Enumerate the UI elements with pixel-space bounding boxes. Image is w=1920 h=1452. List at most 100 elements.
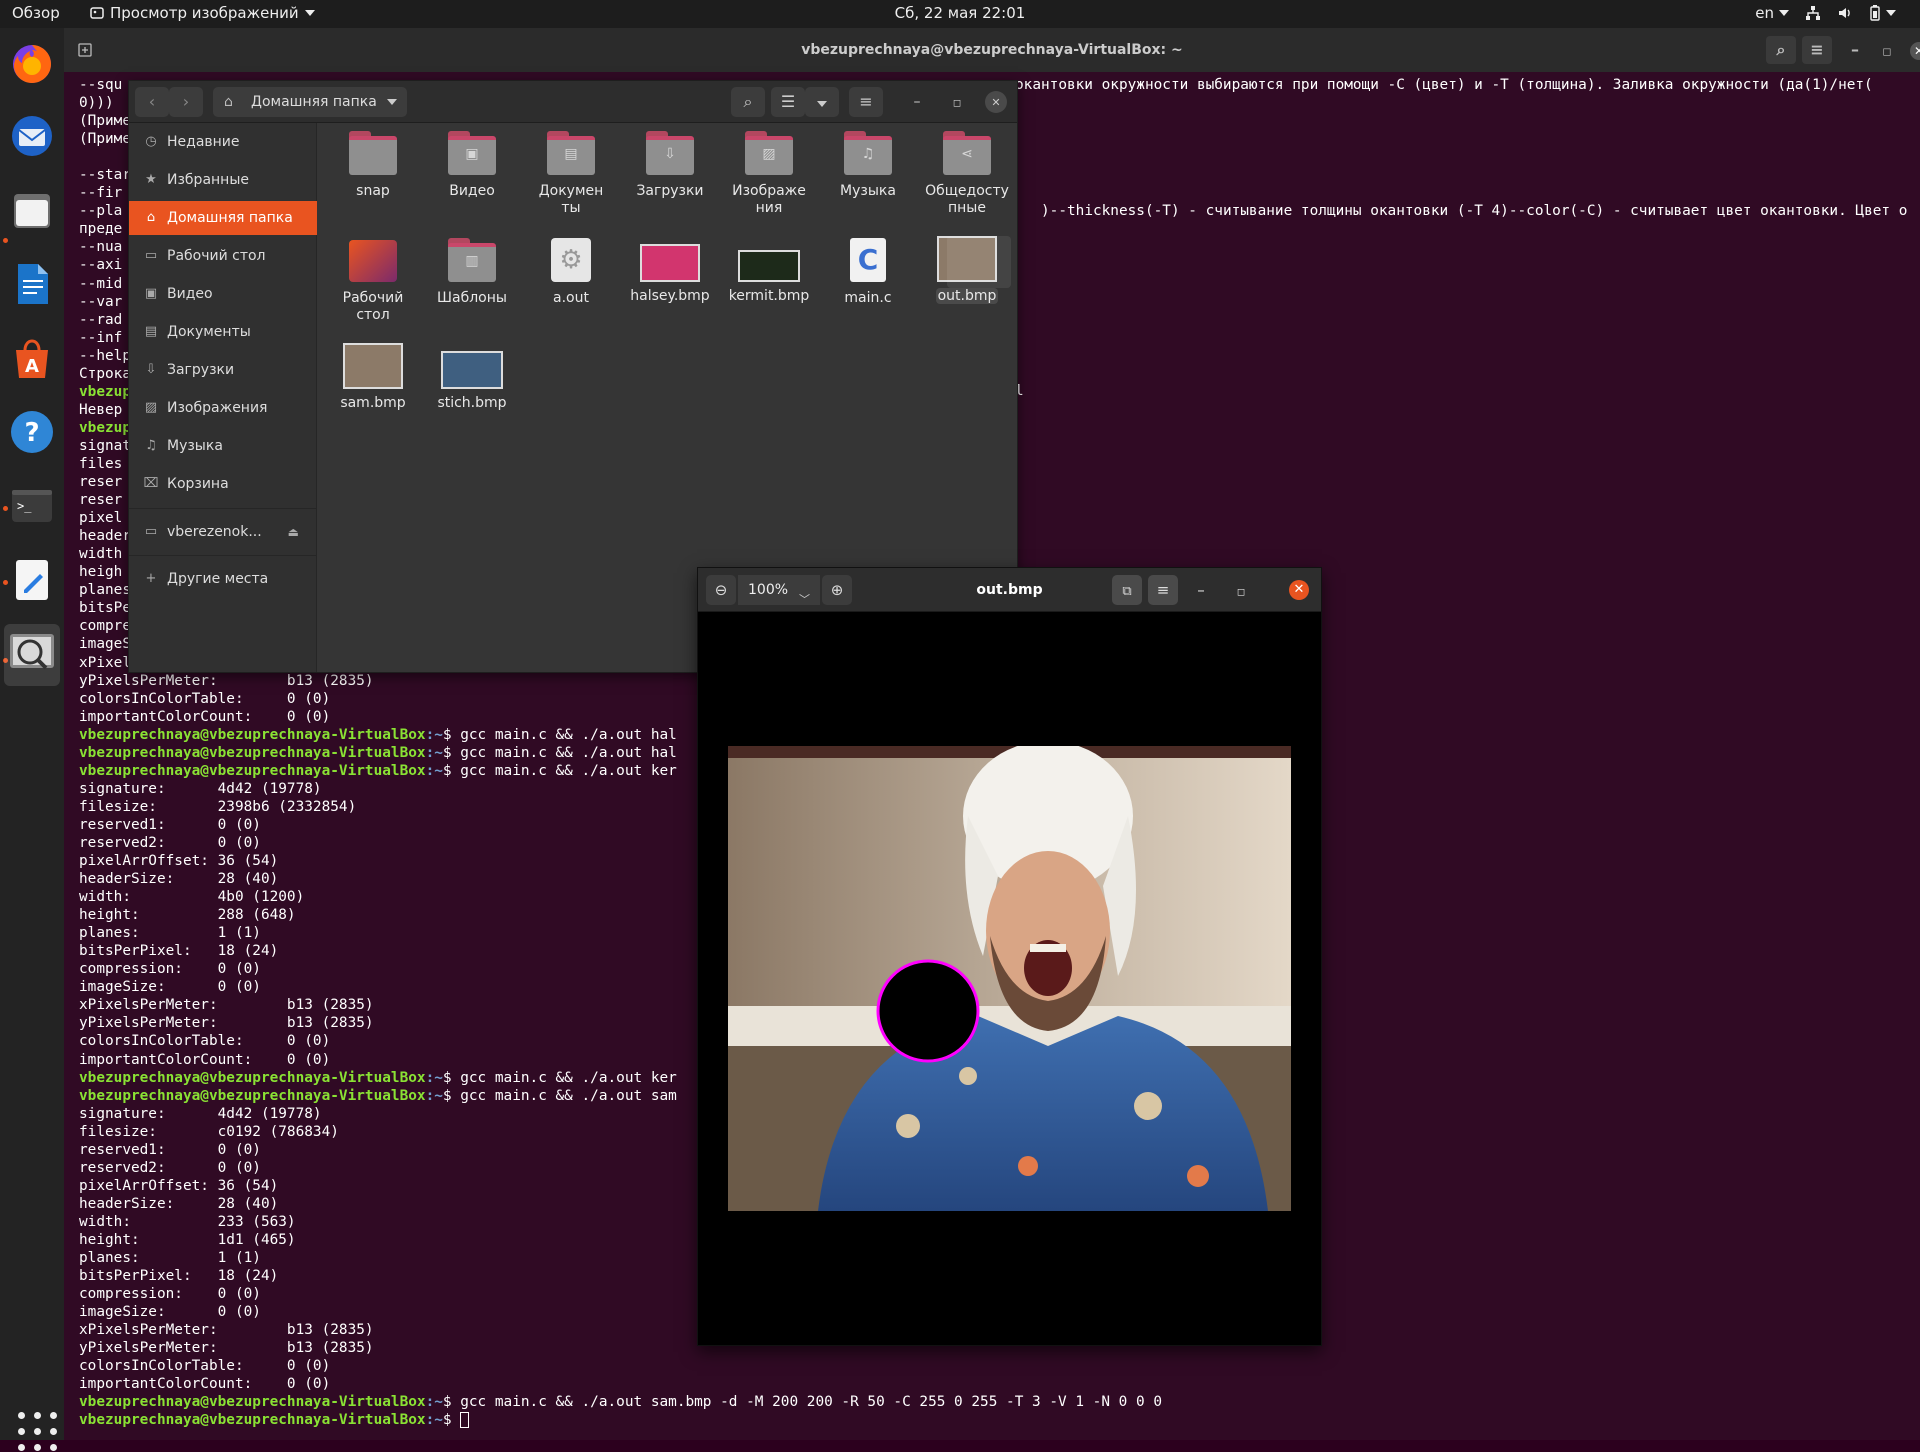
terminal-line-text: (Приме [79, 131, 131, 148]
terminal-line-text: header [79, 528, 131, 545]
folder-icon: ▤ [547, 131, 595, 175]
plus-icon: + [145, 571, 157, 586]
clock[interactable]: Сб, 22 мая 22:01 [895, 4, 1026, 22]
terminal-icon[interactable]: >_ [8, 482, 56, 530]
search-button[interactable]: ⌕ [731, 87, 765, 117]
terminal-line-text: width: 4b0 (1200) [79, 889, 305, 906]
file-item[interactable]: kermit.bmp [721, 238, 817, 305]
back-button[interactable]: ‹ [135, 87, 169, 117]
folder-icon: ▨ [745, 131, 793, 175]
folder-icon: ▣ [448, 131, 496, 175]
sidebar-item-drive[interactable]: ▭ vberezenok... ⏏ [129, 515, 317, 549]
activities-button[interactable]: Обзор [12, 4, 60, 22]
file-item[interactable]: sam.bmp [325, 343, 421, 412]
file-item[interactable]: halsey.bmp [622, 238, 718, 305]
file-item[interactable]: ▨ Изображе ния [721, 131, 817, 217]
file-menu-button[interactable]: ≡ [849, 87, 883, 117]
zoom-in-button[interactable]: ⊕ [822, 575, 852, 605]
document-icon: ▤ [144, 324, 158, 339]
files-icon[interactable] [8, 186, 56, 234]
network-icon [1806, 6, 1820, 20]
terminal-line-text: --pla [79, 203, 123, 220]
close-button[interactable]: ✕ [1289, 580, 1309, 600]
zoom-level-dropdown[interactable]: 100% ﹀ [738, 575, 820, 606]
eject-icon[interactable]: ⏏ [288, 515, 299, 549]
file-item[interactable]: snap [325, 131, 421, 200]
keyboard-layout[interactable]: en [1755, 4, 1789, 22]
file-manager-headerbar[interactable]: ‹ › ⌂ Домашняя папка ⌕ ☰ ≡ – ◻ ✕ [129, 81, 1017, 123]
viewer-menu-button[interactable]: ≡ [1148, 575, 1178, 605]
path-bar[interactable]: ⌂ Домашняя папка [213, 87, 407, 117]
zoom-out-button[interactable]: ⊖ [706, 575, 736, 605]
terminal-titlebar[interactable]: vbezuprechnaya@vbezuprechnaya-VirtualBox… [64, 28, 1920, 72]
file-item[interactable]: ▣ Видео [424, 131, 520, 200]
file-item-label: Загрузки [622, 183, 718, 200]
text-editor-icon[interactable] [8, 556, 56, 604]
sidebar-item-desktop[interactable]: ▭ Рабочий стол [129, 239, 317, 273]
close-button[interactable]: ✕ [1904, 36, 1920, 64]
firefox-icon[interactable] [8, 38, 56, 86]
maximize-button[interactable]: ◻ [1872, 36, 1902, 64]
sidebar-item-star[interactable]: ★ Избранные [129, 163, 317, 197]
prompt-user: vbezuprechnaya@vbezuprechnaya-VirtualBox [79, 726, 426, 743]
file-item[interactable]: ⋖ Общедосту пные [919, 131, 1015, 217]
zoom-in-icon: ⊕ [830, 581, 844, 599]
file-item-label: main.c [820, 290, 916, 307]
file-item[interactable]: out.bmp [919, 236, 1015, 305]
writer-icon[interactable] [8, 260, 56, 308]
forward-button[interactable]: › [169, 87, 203, 117]
terminal-menu-button[interactable]: ≡ [1802, 36, 1832, 64]
terminal-line-text: xPixelsPerMeter: b13 (2835) [79, 1322, 374, 1339]
minimize-button[interactable]: – [1840, 36, 1870, 64]
file-item[interactable]: Cmain.c [820, 238, 916, 307]
video-icon: ▣ [144, 286, 158, 301]
system-tray[interactable]: en [1755, 4, 1896, 22]
new-tab-button[interactable] [70, 36, 100, 64]
terminal-line-text: reserved1: 0 (0) [79, 816, 261, 833]
file-item[interactable]: ⇩ Загрузки [622, 131, 718, 200]
sidebar-item-other-locations[interactable]: + Другие места [129, 562, 317, 596]
image-viewer-window[interactable]: ⊖ 100% ﹀ ⊕ out.bmp ⧉ ≡ – ◻ ✕ [697, 567, 1322, 1346]
displayed-image[interactable] [728, 746, 1291, 1211]
power-menu[interactable] [1869, 5, 1896, 21]
thunderbird-icon[interactable] [8, 112, 56, 160]
download-icon: ⇩ [145, 362, 157, 377]
sidebar-item-document[interactable]: ▤ Документы [129, 315, 317, 349]
file-item[interactable]: ▥ Шаблоны [424, 238, 520, 307]
gallery-button[interactable]: ⧉ [1112, 575, 1142, 605]
folder-icon: ⋖ [943, 131, 991, 175]
sidebar-item-video[interactable]: ▣ Видео [129, 277, 317, 311]
maximize-button[interactable]: ◻ [1226, 575, 1256, 605]
image-viewer-headerbar[interactable]: ⊖ 100% ﹀ ⊕ out.bmp ⧉ ≡ – ◻ ✕ [698, 568, 1321, 612]
minimize-button[interactable]: – [1186, 575, 1216, 605]
show-applications-icon[interactable] [18, 1412, 58, 1452]
app-menu[interactable]: Просмотр изображений [90, 4, 315, 22]
file-item-label: kermit.bmp [721, 288, 817, 305]
file-item[interactable]: stich.bmp [424, 345, 520, 412]
file-name: stich.bmp [437, 395, 507, 411]
app-center-icon[interactable]: A [8, 334, 56, 382]
file-item[interactable]: ⚙ a.out [523, 238, 619, 307]
sidebar-item-trash[interactable]: ⌧ Корзина [129, 467, 317, 501]
sidebar-item-download[interactable]: ⇩ Загрузки [129, 353, 317, 387]
sidebar-item-music[interactable]: ♫ Музыка [129, 429, 317, 463]
help-icon[interactable]: ? [8, 408, 56, 456]
sidebar-item-clock[interactable]: ◷ Недавние [129, 125, 317, 159]
file-item[interactable]: ♫ Музыка [820, 131, 916, 200]
file-name: Общедосту пные [925, 183, 1009, 216]
maximize-button[interactable]: ◻ [946, 91, 968, 113]
terminal-line-text: signat [79, 437, 131, 454]
terminal-search-button[interactable]: ⌕ [1766, 36, 1796, 64]
file-item-label: Шаблоны [424, 290, 520, 307]
terminal-line-text: --mid [79, 275, 123, 292]
view-toggle-button[interactable]: ☰ [771, 87, 805, 117]
view-options-button[interactable] [805, 87, 839, 117]
sidebar-item-image[interactable]: ▨ Изображения [129, 391, 317, 425]
file-item[interactable]: ▤ Докумен ты [523, 131, 619, 217]
close-button[interactable]: ✕ [985, 91, 1007, 113]
terminal-line-text: signature: 4d42 (19778) [79, 780, 322, 797]
image-viewer-icon[interactable] [4, 624, 60, 686]
sidebar-item-home[interactable]: ⌂ Домашняя папка [129, 201, 317, 235]
minimize-button[interactable]: – [906, 91, 928, 113]
file-item[interactable]: Рабочий стол [325, 238, 421, 324]
